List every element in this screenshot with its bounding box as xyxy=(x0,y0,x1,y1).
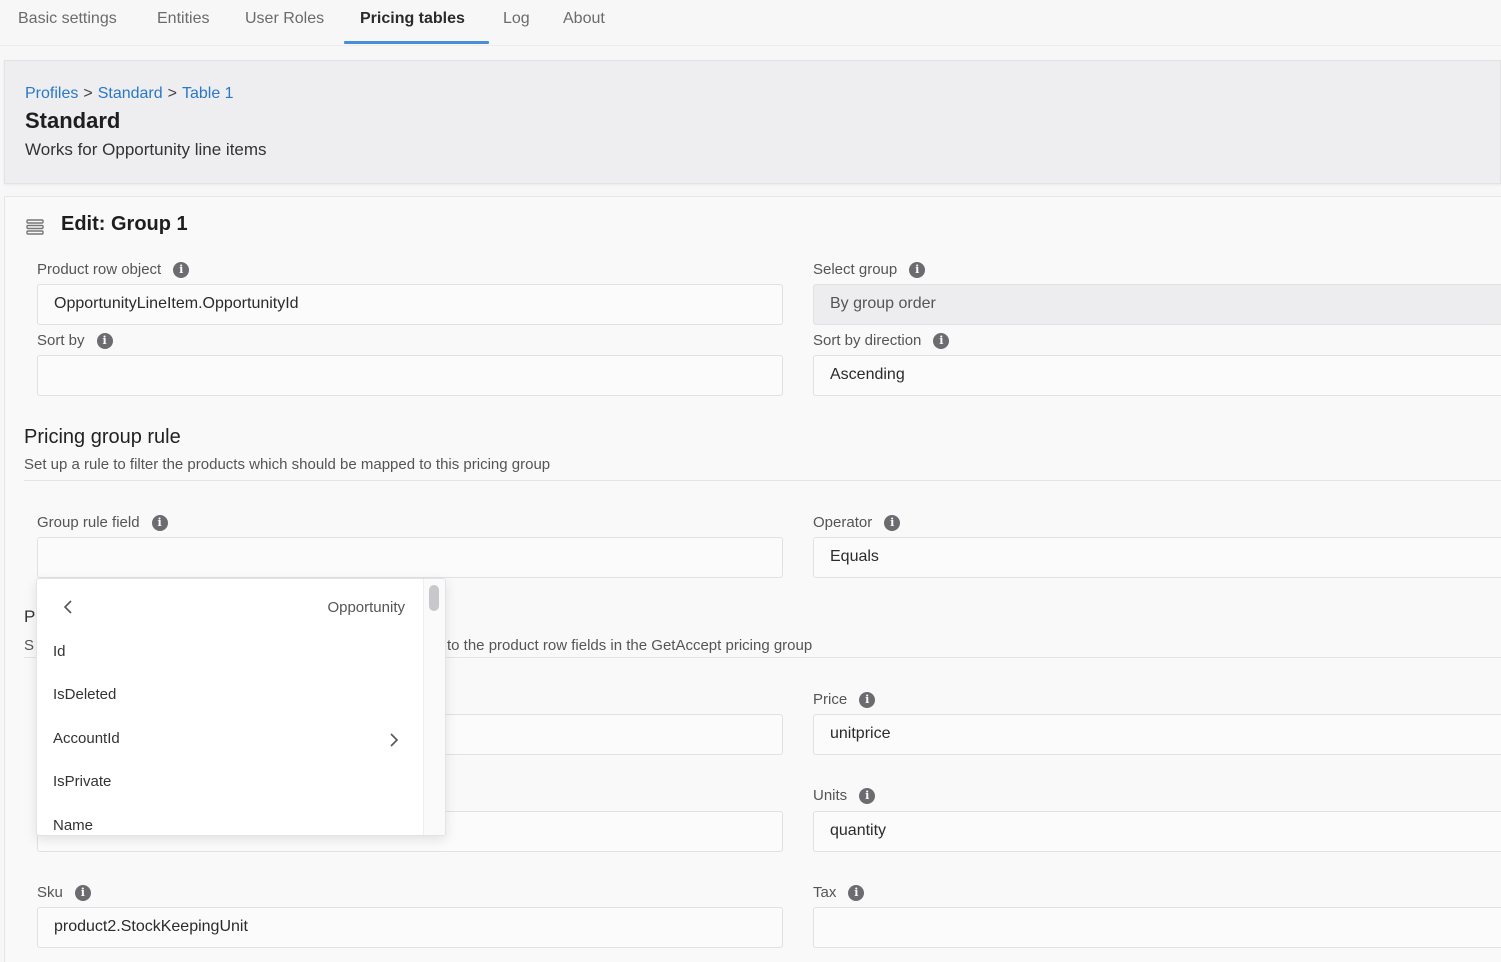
mapping-section-desc-start: S xyxy=(24,637,35,654)
info-icon[interactable]: i xyxy=(96,332,113,349)
info-icon[interactable]: i xyxy=(859,691,876,708)
breadcrumb: Profiles > Standard > Table 1 xyxy=(25,85,234,103)
top-tab-bar: Basic settings Entities User Roles Prici… xyxy=(0,0,1501,46)
info-icon[interactable]: i xyxy=(151,514,168,531)
info-icon[interactable]: i xyxy=(848,884,865,901)
dropdown-scrollbar-thumb[interactable] xyxy=(429,585,439,611)
group-rule-field-label: Group rule field i xyxy=(37,514,168,531)
label-text: Tax xyxy=(813,884,837,901)
dropdown-scrollbar-track[interactable] xyxy=(423,579,445,835)
label-text: Price xyxy=(813,691,848,708)
group-rule-field-input[interactable] xyxy=(37,537,783,578)
info-icon[interactable]: i xyxy=(933,332,950,349)
profile-header: Profiles > Standard > Table 1 Standard Works… xyxy=(4,60,1501,184)
select-group-label: Select group i xyxy=(813,261,926,278)
list-icon xyxy=(26,219,44,235)
dropdown-item-isdeleted[interactable]: IsDeleted xyxy=(53,686,413,703)
page-subtitle: Works for Opportunity line items xyxy=(25,140,267,159)
price-field[interactable]: unitprice xyxy=(813,714,1501,755)
operator-label: Operator i xyxy=(813,514,901,531)
tab-pricing-tables[interactable]: Pricing tables xyxy=(360,10,465,28)
breadcrumb-table-1[interactable]: Table 1 xyxy=(182,85,234,102)
tab-basic-settings[interactable]: Basic settings xyxy=(18,10,117,28)
sort-direction-label: Sort by direction i xyxy=(813,332,950,349)
info-icon[interactable]: i xyxy=(74,884,91,901)
pricing-group-rule-desc: Set up a rule to filter the products whi… xyxy=(24,456,551,473)
mapping-section-title: P xyxy=(24,607,36,626)
tab-user-roles[interactable]: User Roles xyxy=(245,10,324,28)
select-group-field[interactable]: By group order xyxy=(813,284,1501,325)
mapping-section-desc: to the product row fields in the GetAcce… xyxy=(447,637,813,654)
units-field[interactable]: quantity xyxy=(813,811,1501,852)
field-picker-dropdown: Opportunity Id IsDeleted AccountId IsPri… xyxy=(36,578,446,836)
tax-field[interactable] xyxy=(813,907,1501,948)
label-text: Select group xyxy=(813,261,898,278)
operator-field[interactable]: Equals xyxy=(813,537,1501,578)
label-text: Sku xyxy=(37,884,63,901)
info-icon[interactable]: i xyxy=(884,514,901,531)
dropdown-title: Opportunity xyxy=(327,599,405,616)
label-text: Product row object xyxy=(37,261,162,278)
label-text: Sort by direction xyxy=(813,332,922,349)
tab-log[interactable]: Log xyxy=(503,10,530,28)
pricing-group-rule-title: Pricing group rule xyxy=(24,426,181,448)
active-tab-indicator xyxy=(344,41,489,44)
info-icon[interactable]: i xyxy=(909,261,926,278)
dropdown-item-accountid[interactable]: AccountId xyxy=(53,730,413,747)
sort-direction-field[interactable]: Ascending xyxy=(813,355,1501,396)
dropdown-item-id[interactable]: Id xyxy=(53,643,413,660)
product-row-object-field[interactable]: OpportunityLineItem.OpportunityId xyxy=(37,284,783,325)
sku-label: Sku i xyxy=(37,884,91,901)
tax-label: Tax i xyxy=(813,884,865,901)
tab-entities[interactable]: Entities xyxy=(157,10,209,28)
breadcrumb-profiles[interactable]: Profiles xyxy=(25,85,78,102)
sku-field[interactable]: product2.StockKeepingUnit xyxy=(37,907,783,948)
units-label: Units i xyxy=(813,787,876,804)
info-icon[interactable]: i xyxy=(859,787,876,804)
section-divider xyxy=(24,480,1501,481)
label-text: Sort by xyxy=(37,332,85,349)
price-label: Price i xyxy=(813,691,876,708)
edit-group-title: Edit: Group 1 xyxy=(61,213,188,235)
breadcrumb-separator: > xyxy=(83,85,93,102)
dropdown-item-name[interactable]: Name xyxy=(53,817,413,834)
breadcrumb-separator: > xyxy=(167,85,177,102)
product-row-object-label: Product row object i xyxy=(37,261,190,278)
chevron-right-icon[interactable] xyxy=(387,732,401,748)
dropdown-item-isprivate[interactable]: IsPrivate xyxy=(53,773,413,790)
label-text: Group rule field xyxy=(37,514,140,531)
label-text: Operator xyxy=(813,514,873,531)
sort-by-field[interactable] xyxy=(37,355,783,396)
label-text: Units xyxy=(813,787,848,804)
breadcrumb-standard[interactable]: Standard xyxy=(98,85,163,102)
page-title: Standard xyxy=(25,108,121,133)
tab-about[interactable]: About xyxy=(563,10,605,28)
chevron-left-icon[interactable] xyxy=(61,599,75,615)
info-icon[interactable]: i xyxy=(173,261,190,278)
sort-by-label: Sort by i xyxy=(37,332,113,349)
